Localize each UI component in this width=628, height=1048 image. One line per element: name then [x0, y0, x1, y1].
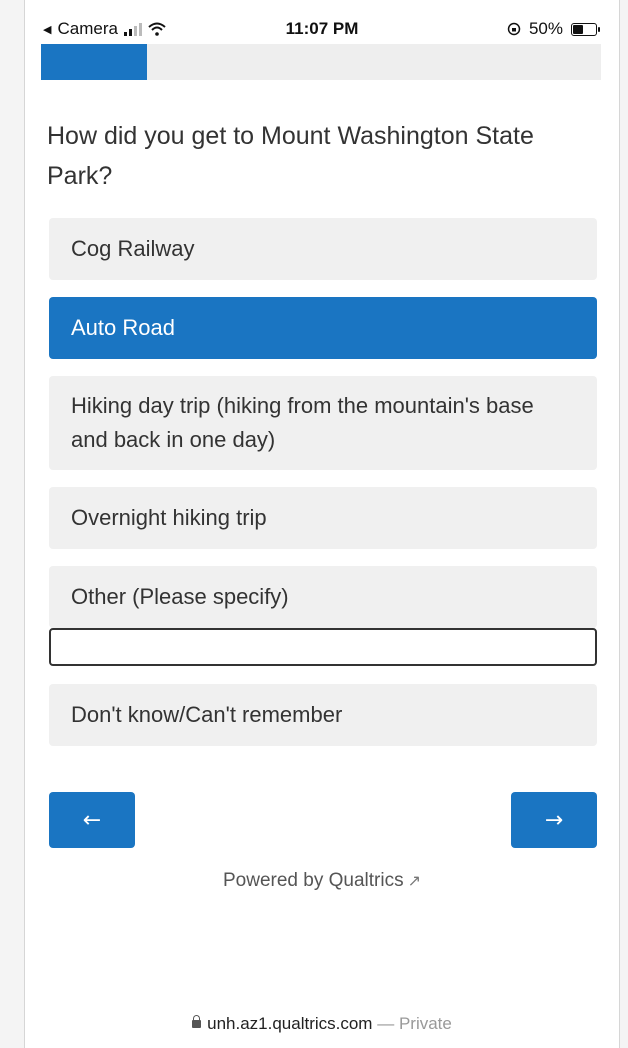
powered-by-label: Powered by Qualtrics — [223, 870, 404, 891]
choice-dont-know[interactable]: Don't know/Can't remember — [49, 684, 597, 746]
url-bar[interactable]: unh.az1.qualtrics.com — Private — [25, 1014, 619, 1034]
choice-label: Cog Railway — [71, 236, 195, 261]
browser-frame-right — [619, 0, 628, 1048]
phone-screen: ◀ Camera 11:07 PM 50% How did you get to… — [25, 0, 619, 1048]
back-button[interactable]: ← — [49, 792, 135, 848]
question-text: How did you get to Mount Washington Stat… — [47, 122, 534, 190]
external-link-icon: ↗ — [407, 873, 421, 890]
browser-frame-left — [0, 0, 25, 1048]
url-domain: unh.az1.qualtrics.com — [207, 1014, 373, 1033]
choice-auto-road[interactable]: Auto Road — [49, 297, 597, 359]
choice-cog-railway[interactable]: Cog Railway — [49, 218, 597, 280]
orientation-lock-icon — [507, 22, 521, 36]
battery-icon — [571, 22, 600, 36]
choice-other[interactable]: Other (Please specify) — [49, 566, 597, 628]
choice-label: Don't know/Can't remember — [71, 702, 343, 727]
choice-label: Auto Road — [71, 315, 175, 340]
url-separator: — — [377, 1014, 395, 1033]
progress-fill — [41, 44, 148, 80]
battery-percent: 50% — [528, 19, 563, 38]
status-bar: ◀ Camera 11:07 PM 50% — [25, 0, 619, 44]
next-button[interactable]: → — [511, 792, 597, 848]
choice-hiking-day-trip[interactable]: Hiking day trip (hiking from the mountai… — [49, 376, 597, 470]
choice-label: Other (Please specify) — [71, 584, 289, 609]
powered-by-link[interactable]: Powered by Qualtrics ↗ — [25, 870, 619, 892]
private-label: Private — [398, 1014, 452, 1033]
status-bar-right: 50% — [507, 19, 600, 39]
other-specify-input[interactable] — [49, 628, 597, 666]
choice-label: Overnight hiking trip — [71, 505, 267, 530]
lock-icon — [192, 1015, 202, 1028]
progress-bar — [41, 44, 601, 80]
choice-label: Hiking day trip (hiking from the mountai… — [71, 393, 534, 452]
choice-overnight-hiking-trip[interactable]: Overnight hiking trip — [49, 487, 597, 549]
